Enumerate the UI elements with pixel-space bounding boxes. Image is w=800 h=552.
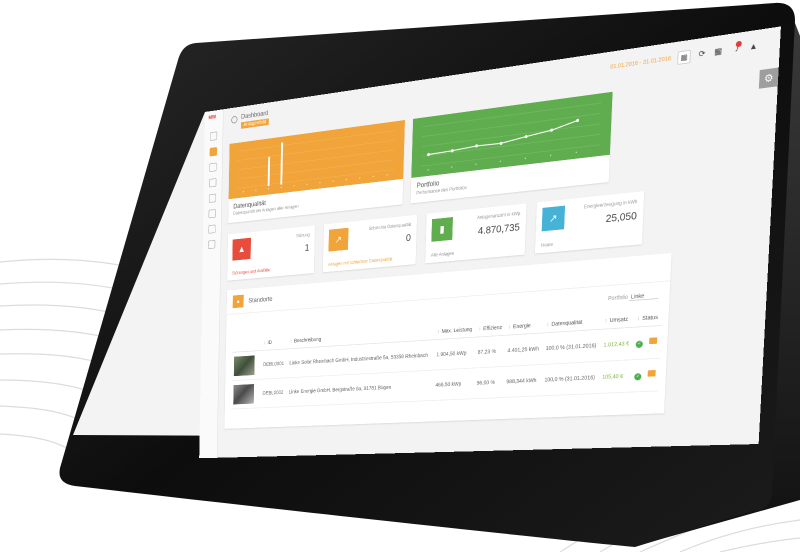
kpi-value: 25,050 — [605, 209, 638, 225]
settings-icon[interactable] — [208, 239, 216, 250]
kpi-label: Störung — [296, 233, 310, 239]
sort-icon: ↕ — [604, 318, 608, 324]
status-ok-icon: ✓ — [635, 340, 644, 349]
chart-icon[interactable] — [209, 162, 217, 172]
kpi-card-energy[interactable]: ↗ Energieerzeugung in kWh 25,050 Heute — [534, 191, 645, 254]
building-icon: ▮ — [431, 217, 453, 242]
site-photo — [233, 384, 255, 405]
cell-energy: 988,344 kWh — [502, 364, 543, 398]
section-badge: Anlagenfeld — [240, 118, 269, 129]
kpi-label: Energieerzeugung in kWh — [583, 199, 638, 211]
card-title: Portfolio — [416, 179, 440, 190]
kpi-card-capacity[interactable]: ▮ Anlagenanzahl in kWp 4.870,735 Alle An… — [425, 203, 527, 264]
cell-efficiency: 87,23 % — [474, 335, 506, 368]
sort-icon: ↕ — [546, 322, 550, 328]
sort-icon: ↕ — [289, 339, 293, 345]
cell-max-power: 466,50 kWp — [432, 367, 475, 401]
site-photo — [233, 355, 255, 377]
status-ok-icon: ✓ — [634, 373, 642, 381]
cell-revenue: 105,40 € — [598, 359, 633, 394]
kpi-value: 0 — [405, 231, 412, 244]
cell-efficiency: 96,00 % — [473, 366, 505, 399]
refresh-icon[interactable]: ⟳ — [698, 49, 705, 59]
kpi-label: Anlagenanzahl in kWp — [477, 211, 521, 221]
trend-icon: ↗ — [328, 227, 349, 252]
kpi-value: 4.870,735 — [477, 221, 521, 237]
cell-energy: 4.401,25 kWh — [504, 332, 544, 367]
date-range[interactable]: 01.01.2016 - 31.01.2016 — [610, 56, 671, 70]
dashboard-icon[interactable] — [209, 147, 217, 157]
locations-panel: ● Standorte Portfolio Linke ↕ ID ↕ Beschre… — [224, 252, 672, 429]
cell-status: ✓ — [632, 325, 662, 360]
kpi-footer[interactable]: Störungen und Ausfälle — [232, 268, 270, 276]
cell-revenue: 1.012,43 € — [599, 327, 634, 362]
kpi-value: 1 — [304, 241, 310, 254]
portfolio-filter[interactable]: Portfolio Linke — [607, 292, 659, 302]
locations-table: ↕ ID ↕ Beschreibung ↕ Max. Leistung ↕ Effizi… — [230, 309, 663, 410]
notification-badge — [735, 40, 742, 48]
panel-title: Standorte — [248, 295, 273, 305]
cell-max-power: 1.904,50 kWp — [433, 337, 476, 371]
kpi-footer[interactable]: Alle Anlagen — [431, 252, 454, 259]
settings-gear-icon[interactable]: ⚙ — [758, 67, 779, 89]
list-icon[interactable] — [209, 178, 217, 188]
line-chart-icon: ↗ — [541, 205, 566, 232]
kpi-card-disturbance[interactable]: ▲ Störung 1 Störungen und Ausfälle — [227, 225, 315, 281]
home-icon[interactable] — [209, 131, 218, 141]
kpi-card-quality[interactable]: ↗ Schlechte Datenqualität 0 Anlagen mit … — [322, 214, 418, 273]
cell-quality: 100,0 % (31.01.2016) — [542, 329, 602, 365]
sort-icon: ↕ — [636, 316, 640, 322]
calendar-icon[interactable] — [208, 193, 217, 203]
tablet-scene: MW Dashboard Anlagenfeld 01.01.2016 - 31… — [0, 0, 800, 552]
quality-chart-card[interactable]: Datenqualität Datenqualität der Anlagen … — [228, 120, 405, 224]
cell-status: ✓ — [630, 358, 661, 393]
calendar-icon[interactable]: ▦ — [677, 49, 691, 65]
message-icon[interactable] — [649, 337, 658, 345]
warning-icon: ▲ — [232, 237, 251, 261]
kpi-footer[interactable]: Heute — [541, 243, 553, 249]
site-thumbnail — [231, 350, 261, 381]
user-icon[interactable] — [208, 224, 216, 234]
kpi-label: Schlechte Datenqualität — [368, 222, 412, 232]
map-icon[interactable] — [208, 209, 216, 219]
sort-icon: ↕ — [437, 329, 440, 335]
column-header-status[interactable]: ↕ Status — [633, 309, 663, 328]
cell-quality: 100,0 % (31.01.2016) — [540, 361, 600, 396]
sort-icon: ↕ — [263, 340, 266, 346]
sort-icon: ↕ — [478, 326, 482, 333]
sort-icon: ↕ — [508, 324, 512, 331]
home-icon[interactable] — [231, 115, 238, 124]
kpi-footer[interactable]: Anlagen mit schlechter Datenqualität — [328, 257, 393, 267]
user-icon[interactable]: ▲ — [749, 42, 758, 53]
cell-id: DEBL0001 — [260, 348, 288, 380]
cell-id: DEBL0002 — [259, 377, 287, 408]
message-icon[interactable] — [647, 369, 656, 377]
app-logo: MW — [208, 114, 216, 121]
site-thumbnail — [230, 379, 261, 410]
grid-icon[interactable]: ▦ — [714, 47, 722, 57]
location-pin-icon: ● — [232, 294, 244, 309]
filter-value[interactable]: Linke — [629, 292, 659, 302]
filter-label: Portfolio — [607, 294, 629, 302]
